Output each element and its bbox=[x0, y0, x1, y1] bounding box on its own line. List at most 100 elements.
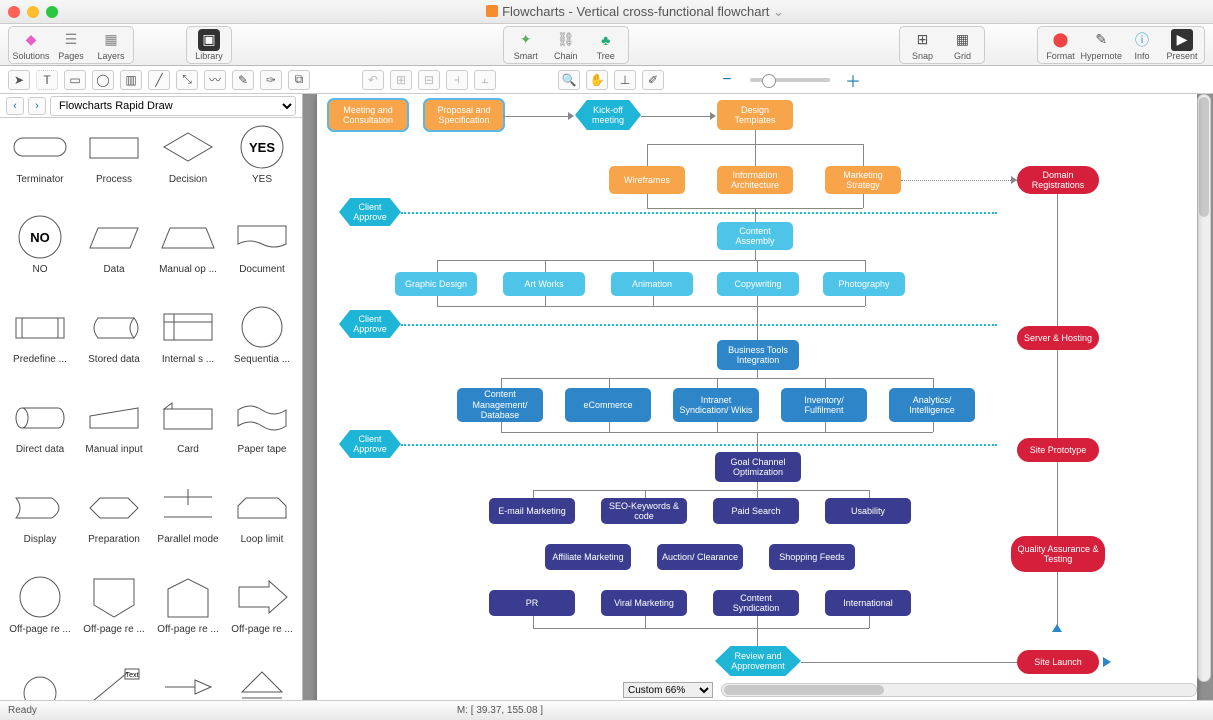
zoom-tool[interactable]: 🔍 bbox=[558, 70, 580, 90]
library-next-button[interactable]: › bbox=[28, 97, 46, 115]
node-photography[interactable]: Photography bbox=[823, 272, 905, 296]
node-international[interactable]: International bbox=[825, 590, 911, 616]
shape-off-page-re-[interactable]: Off-page re ... bbox=[78, 572, 150, 660]
node-bti[interactable]: Business Tools Integration bbox=[717, 340, 799, 370]
zoom-in-button[interactable]: ＋ bbox=[842, 70, 864, 90]
node-gco[interactable]: Goal Channel Optimization bbox=[715, 452, 801, 482]
canvas-area[interactable]: Meeting and Consultation Proposal and Sp… bbox=[303, 94, 1213, 700]
node-inventory[interactable]: Inventory/ Fulfilment bbox=[781, 388, 867, 422]
present-button[interactable]: ▶Present bbox=[1162, 29, 1202, 61]
eyedropper-tool[interactable]: ✐ bbox=[642, 70, 664, 90]
node-affiliate[interactable]: Affiliate Marketing bbox=[545, 544, 631, 570]
node-content-assembly[interactable]: Content Assembly bbox=[717, 222, 793, 250]
shape-manual-op-[interactable]: Manual op ... bbox=[152, 212, 224, 300]
smart-button[interactable]: ✦Smart bbox=[506, 29, 546, 61]
crop-tool[interactable]: ⧉ bbox=[288, 70, 310, 90]
align-button[interactable]: ⫞ bbox=[446, 70, 468, 90]
text-tool[interactable]: T bbox=[36, 70, 58, 90]
node-pr[interactable]: PR bbox=[489, 590, 575, 616]
window-minimize-button[interactable] bbox=[27, 6, 39, 18]
node-site-prototype[interactable]: Site Prototype bbox=[1017, 438, 1099, 462]
window-maximize-button[interactable] bbox=[46, 6, 58, 18]
library-select[interactable]: Flowcharts Rapid Draw bbox=[50, 96, 296, 116]
shape-sequentia-[interactable]: Sequentia ... bbox=[226, 302, 298, 390]
node-client-approve-3[interactable]: Client Approve bbox=[339, 430, 401, 458]
snap-button[interactable]: ⊞Snap bbox=[902, 29, 942, 61]
library-button[interactable]: ▣Library bbox=[189, 29, 229, 61]
node-marketing[interactable]: Marketing Strategy bbox=[825, 166, 901, 194]
window-close-button[interactable] bbox=[8, 6, 20, 18]
undo-button[interactable]: ↶ bbox=[362, 70, 384, 90]
node-qa[interactable]: Quality Assurance & Testing bbox=[1011, 536, 1105, 572]
pointer-tool[interactable]: ➤ bbox=[8, 70, 30, 90]
node-client-approve-2[interactable]: Client Approve bbox=[339, 310, 401, 338]
node-artworks[interactable]: Art Works bbox=[503, 272, 585, 296]
node-wireframes[interactable]: Wireframes bbox=[609, 166, 685, 194]
node-proposal[interactable]: Proposal and Specification bbox=[425, 100, 503, 130]
vertical-scrollbar[interactable] bbox=[1197, 94, 1211, 682]
zoom-combo[interactable]: Custom 66% bbox=[623, 682, 713, 698]
canvas[interactable]: Meeting and Consultation Proposal and Sp… bbox=[317, 94, 1197, 700]
node-site-launch[interactable]: Site Launch bbox=[1017, 650, 1099, 674]
ellipse-tool[interactable]: ◯ bbox=[92, 70, 114, 90]
node-review[interactable]: Review and Approvement bbox=[715, 646, 801, 676]
layers-button[interactable]: ▦Layers bbox=[91, 29, 131, 61]
shape-data[interactable]: Data bbox=[78, 212, 150, 300]
pages-button[interactable]: ☰Pages bbox=[51, 29, 91, 61]
pen-tool[interactable]: ✑ bbox=[260, 70, 282, 90]
node-analytics[interactable]: Analytics/ Intelligence bbox=[889, 388, 975, 422]
solutions-button[interactable]: ◆Solutions bbox=[11, 29, 51, 61]
node-seo[interactable]: SEO-Keywords & code bbox=[601, 498, 687, 524]
shape-shape[interactable]: Text bbox=[78, 662, 150, 700]
zoom-out-button[interactable]: − bbox=[716, 70, 738, 90]
rect-tool[interactable]: ▭ bbox=[64, 70, 86, 90]
zoom-slider[interactable] bbox=[750, 78, 830, 82]
node-graphic[interactable]: Graphic Design bbox=[395, 272, 477, 296]
shape-internal-s-[interactable]: Internal s ... bbox=[152, 302, 224, 390]
distribute-button[interactable]: ⫠ bbox=[474, 70, 496, 90]
format-button[interactable]: ⬤Format bbox=[1040, 29, 1080, 61]
shape-off-page-re-[interactable]: Off-page re ... bbox=[226, 572, 298, 660]
curve-tool[interactable]: 〰 bbox=[204, 70, 226, 90]
shape-direct-data[interactable]: Direct data bbox=[4, 392, 76, 480]
shape-stored-data[interactable]: Stored data bbox=[78, 302, 150, 390]
shape-shape[interactable] bbox=[152, 662, 224, 700]
stamp-tool[interactable]: ⊥ bbox=[614, 70, 636, 90]
group-button[interactable]: ⊞ bbox=[390, 70, 412, 90]
shape-card[interactable]: Card bbox=[152, 392, 224, 480]
node-email-marketing[interactable]: E-mail Marketing bbox=[489, 498, 575, 524]
node-viral[interactable]: Viral Marketing bbox=[601, 590, 687, 616]
brush-tool[interactable]: ✎ bbox=[232, 70, 254, 90]
pan-tool[interactable]: ✋ bbox=[586, 70, 608, 90]
info-button[interactable]: ⓘInfo bbox=[1122, 29, 1162, 61]
shape-shape[interactable] bbox=[4, 662, 76, 700]
shape-preparation[interactable]: Preparation bbox=[78, 482, 150, 570]
shape-terminator[interactable]: Terminator bbox=[4, 122, 76, 210]
shape-document[interactable]: Document bbox=[226, 212, 298, 300]
connector-tool[interactable]: ⤡ bbox=[176, 70, 198, 90]
ungroup-button[interactable]: ⊟ bbox=[418, 70, 440, 90]
node-content-syndication[interactable]: Content Syndication bbox=[713, 590, 799, 616]
table-tool[interactable]: ▥ bbox=[120, 70, 142, 90]
node-auction[interactable]: Auction/ Clearance bbox=[657, 544, 743, 570]
line-tool[interactable]: ╱ bbox=[148, 70, 170, 90]
chain-button[interactable]: ⛓Chain bbox=[546, 29, 586, 61]
shape-predefine-[interactable]: Predefine ... bbox=[4, 302, 76, 390]
node-design-templates[interactable]: Design Templates bbox=[717, 100, 793, 130]
tree-button[interactable]: ♣Tree bbox=[586, 29, 626, 61]
node-shopping[interactable]: Shopping Feeds bbox=[769, 544, 855, 570]
node-meeting[interactable]: Meeting and Consultation bbox=[329, 100, 407, 130]
node-info-arch[interactable]: Information Architecture bbox=[717, 166, 793, 194]
shape-yes[interactable]: YESYES bbox=[226, 122, 298, 210]
grid-button[interactable]: ▦Grid bbox=[942, 29, 982, 61]
shape-manual-input[interactable]: Manual input bbox=[78, 392, 150, 480]
horizontal-scrollbar[interactable] bbox=[721, 683, 1197, 697]
shape-display[interactable]: Display bbox=[4, 482, 76, 570]
shape-off-page-re-[interactable]: Off-page re ... bbox=[152, 572, 224, 660]
shape-decision[interactable]: Decision bbox=[152, 122, 224, 210]
node-domain[interactable]: Domain Registrations bbox=[1017, 166, 1099, 194]
node-ecommerce[interactable]: eCommerce bbox=[565, 388, 651, 422]
node-kickoff[interactable]: Kick-off meeting bbox=[575, 100, 641, 130]
node-cms[interactable]: Content Management/ Database bbox=[457, 388, 543, 422]
shape-no[interactable]: NONO bbox=[4, 212, 76, 300]
